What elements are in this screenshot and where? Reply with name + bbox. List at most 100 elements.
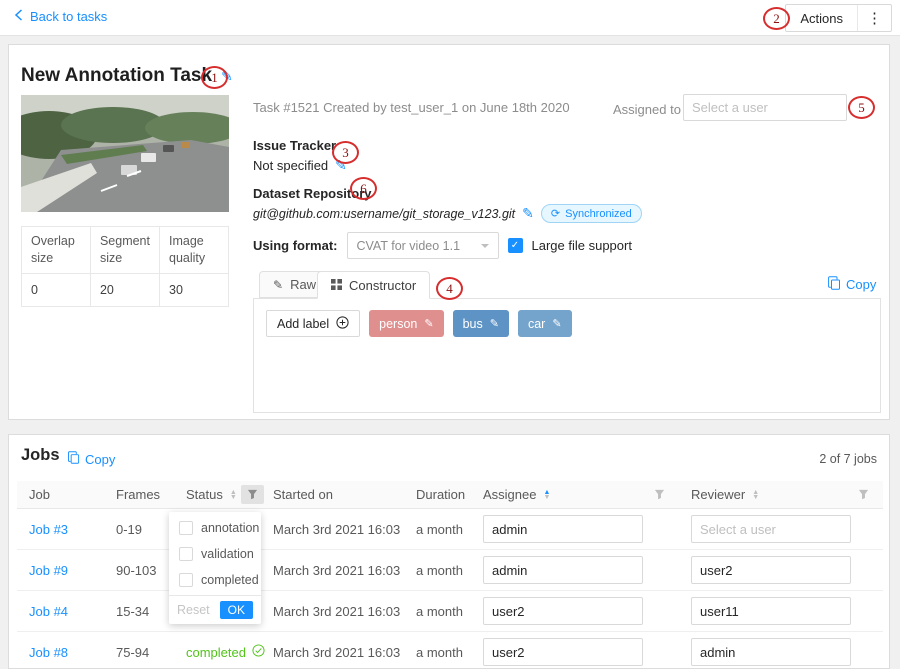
edit-issue-tracker-icon[interactable]: ✎ [335,157,347,174]
sync-status-badge[interactable]: ⟳ Synchronized [541,204,642,223]
tab-constructor[interactable]: Constructor [317,271,430,299]
filter-option-validation[interactable]: validation [169,541,261,567]
param-header-quality: Image quality [160,227,229,274]
job-link[interactable]: Job #3 [29,522,68,537]
param-value-quality: 30 [160,273,229,306]
add-label-button[interactable]: Add label [266,310,360,337]
edit-label-car-icon[interactable]: ✎ [552,317,561,330]
job-link[interactable]: Job #8 [29,645,68,660]
col-frames: Frames [116,487,160,502]
edit-title-icon[interactable]: ✎ [221,68,233,85]
assignee-input[interactable] [483,638,643,666]
export-format-value: CVAT for video 1.1 [357,239,461,253]
duration-value: a month [404,563,471,578]
jobs-card: Jobs Copy 2 of 7 jobs Job Frames Status … [8,434,890,669]
filter-option-annotation[interactable]: annotation [169,515,261,541]
started-value: March 3rd 2021 16:03 [261,522,404,537]
edit-repository-icon[interactable]: ✎ [522,205,534,222]
col-reviewer: Reviewer [691,487,745,502]
table-row: Job #9 90-103 March 3rd 2021 16:03 a mon… [17,550,883,591]
param-header-overlap: Overlap size [22,227,91,274]
constructor-blocks-icon [331,278,342,293]
more-vertical-icon[interactable]: ⋮ [857,5,891,31]
checkbox-check-icon: ✓ [511,240,519,251]
started-value: March 3rd 2021 16:03 [261,645,404,660]
assignee-sort-control[interactable]: ▲▼ [543,490,550,500]
assigned-to-label: Assigned to [613,102,681,117]
label-person-name: person [379,317,417,331]
large-file-label: Large file support [532,238,632,253]
status-filter-dropdown: annotation validation completed Reset OK [169,512,261,624]
back-to-tasks-link[interactable]: Back to tasks [14,9,107,24]
assignee-input[interactable] [483,515,643,543]
raw-edit-icon: ✎ [273,278,283,292]
duration-value: a month [404,522,471,537]
export-format-select[interactable]: CVAT for video 1.1 [347,232,499,259]
jobs-count: 2 of 7 jobs [819,452,877,466]
filter-option-validation-label: validation [201,547,254,561]
reviewer-sort-control[interactable]: ▲▼ [752,490,759,500]
col-job: Job [29,487,50,502]
sync-icon: ⟳ [551,207,560,220]
task-parameters-table: Overlap size Segment size Image quality … [21,226,229,307]
job-link[interactable]: Job #9 [29,563,68,578]
issue-tracker-label: Issue Tracker [253,138,336,153]
checkbox-unchecked[interactable] [179,573,193,587]
reviewer-input[interactable] [691,597,851,625]
checkbox-unchecked[interactable] [179,521,193,535]
filter-option-completed-label: completed [201,573,259,587]
table-row: Job #3 0-19 March 3rd 2021 16:03 a month [17,509,883,550]
plus-circle-icon [336,316,349,332]
copy-jobs-label: Copy [85,452,115,467]
issue-tracker-value: Not specified [253,158,328,173]
task-meta: Task #1521 Created by test_user_1 on Jun… [253,100,570,115]
filter-option-completed[interactable]: completed [169,567,261,593]
edit-label-person-icon[interactable]: ✎ [424,317,433,330]
actions-button[interactable]: Actions ⋮ [785,4,892,32]
filter-option-annotation-label: annotation [201,521,259,535]
assignee-input[interactable] [483,556,643,584]
assignee-input[interactable] [483,597,643,625]
assignee-filter-icon[interactable] [654,489,665,500]
labels-constructor-panel: Add label person ✎ bus ✎ car ✎ [253,298,881,413]
checkbox-unchecked[interactable] [179,547,193,561]
chevron-left-icon [14,9,23,24]
label-tag-person[interactable]: person ✎ [369,310,443,337]
status-sort-control[interactable]: ▲▼ [230,490,237,500]
label-car-name: car [528,317,545,331]
label-bus-name: bus [463,317,483,331]
jobs-table: Job Frames Status ▲▼ Started on Duration… [17,481,883,669]
reviewer-filter-icon[interactable] [858,489,869,500]
status-completed-text: completed [186,645,246,660]
task-assignee-input[interactable] [683,94,847,121]
col-duration: Duration [416,487,465,502]
col-status: Status [186,487,223,502]
reviewer-input[interactable] [691,638,851,666]
table-row: Job #4 15-34 March 3rd 2021 16:03 a mont… [17,591,883,632]
frames-value: 75-94 [104,645,174,660]
large-file-checkbox[interactable]: ✓ [508,238,523,253]
copy-jobs-button[interactable]: Copy [67,451,115,467]
reviewer-input[interactable] [691,515,851,543]
frames-value: 90-103 [104,563,174,578]
copy-label: Copy [846,277,876,292]
col-assignee: Assignee [483,487,536,502]
label-tag-bus[interactable]: bus ✎ [453,310,509,337]
job-link[interactable]: Job #4 [29,604,68,619]
param-header-segment: Segment size [90,227,159,274]
using-format-label: Using format: [253,238,338,253]
label-tag-car[interactable]: car ✎ [518,310,572,337]
back-to-tasks-label: Back to tasks [30,9,107,24]
filter-ok-button[interactable]: OK [220,601,253,619]
copy-labels-button[interactable]: Copy [827,276,876,293]
edit-label-bus-icon[interactable]: ✎ [490,317,499,330]
col-started: Started on [273,487,333,502]
table-row: Job #8 75-94 completed March 3rd 2021 16… [17,632,883,669]
tab-constructor-label: Constructor [349,278,416,293]
thumbnail-road-scene [21,95,229,212]
copy-icon [827,276,841,293]
reviewer-input[interactable] [691,556,851,584]
top-bar: Back to tasks Actions ⋮ [0,0,900,36]
filter-reset-button[interactable]: Reset [177,603,210,617]
param-value-overlap: 0 [22,273,91,306]
